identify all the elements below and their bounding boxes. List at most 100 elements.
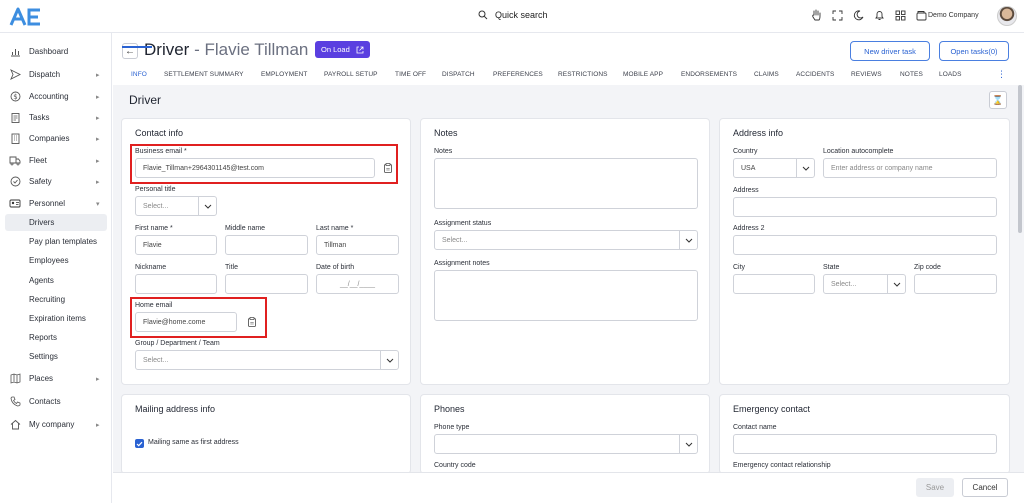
sidebar-sub-label: Expiration items — [29, 314, 86, 323]
chevron-down-icon — [198, 197, 216, 215]
sidebar-item-label: Tasks — [29, 113, 50, 122]
address2-field[interactable] — [733, 235, 997, 255]
more-vertical-icon[interactable]: ⋮ — [997, 69, 1006, 80]
app-logo[interactable] — [8, 6, 46, 28]
hand-icon[interactable] — [810, 8, 822, 22]
tab-endorsements[interactable]: ENDORSEMENTS — [681, 71, 737, 78]
sidebar-sub-employees[interactable]: Employees — [5, 252, 107, 269]
sidebar-item-dispatch[interactable]: Dispatch ▸ — [0, 65, 112, 84]
first-name-field[interactable]: Flavie — [135, 235, 217, 255]
sidebar-item-accounting[interactable]: $ Accounting ▸ — [0, 87, 112, 106]
sidebar-item-tasks[interactable]: Tasks ▸ — [0, 108, 112, 127]
new-driver-task-button[interactable]: New driver task — [850, 41, 930, 61]
sidebar-item-places[interactable]: Places ▸ — [0, 369, 112, 388]
tab-dispatch[interactable]: DISPATCH — [442, 71, 475, 78]
sidebar-item-companies[interactable]: Companies ▸ — [0, 129, 112, 148]
sidebar-sub-expiration-items[interactable]: Expiration items — [5, 310, 107, 327]
last-name-field[interactable]: Tillman — [316, 235, 399, 255]
middle-name-label: Middle name — [225, 225, 266, 232]
sidebar-item-my-company[interactable]: My company ▸ — [0, 415, 112, 434]
moon-icon[interactable] — [852, 8, 864, 22]
notes-textarea[interactable] — [434, 158, 698, 209]
sidebar-item-label: Contacts — [29, 397, 61, 406]
sidebar-sub-label: Drivers — [29, 218, 55, 227]
sidebar-sub-recruiting[interactable]: Recruiting — [5, 291, 107, 308]
phone-type-select[interactable] — [434, 434, 698, 454]
city-field[interactable] — [733, 274, 815, 294]
tab-employment[interactable]: EMPLOYMENT — [261, 71, 308, 78]
sidebar-sub-label: Reports — [29, 333, 58, 342]
sidebar-item-personnel[interactable]: Personnel ▾ — [0, 194, 112, 213]
open-tasks-button[interactable]: Open tasks(0) — [939, 41, 1009, 61]
city-label: City — [733, 264, 746, 271]
tab-claims[interactable]: CLAIMS — [754, 71, 779, 78]
status-badge[interactable]: On Load — [315, 41, 370, 58]
sidebar-item-dashboard[interactable]: Dashboard — [0, 42, 112, 61]
mailing-same-label: Mailing same as first address — [148, 439, 239, 446]
id-card-icon — [9, 198, 21, 210]
tab-time-off[interactable]: TIME OFF — [395, 71, 426, 78]
tab-mobile-app[interactable]: MOBILE APP — [623, 71, 663, 78]
personal-title-label: Personal title — [135, 186, 176, 193]
search-icon — [478, 10, 488, 20]
tab-settlement-summary[interactable]: SETTLEMENT SUMMARY — [164, 71, 244, 78]
sidebar-sub-agents[interactable]: Agents — [5, 272, 107, 289]
date-of-birth-field[interactable]: __/__/____ — [316, 274, 399, 294]
sidebar-item-label: Places — [29, 374, 54, 383]
first-name-label: First name * — [135, 225, 173, 232]
tab-payroll-setup[interactable]: PAYROLL SETUP — [324, 71, 378, 78]
tab-reviews[interactable]: REVIEWS — [851, 71, 882, 78]
tab-info[interactable]: INFO — [131, 71, 147, 78]
sidebar-item-contacts[interactable]: Contacts — [0, 392, 112, 411]
company-name[interactable]: Demo Company — [928, 12, 979, 19]
sidebar-item-label: Personnel — [29, 199, 66, 208]
user-avatar[interactable] — [997, 6, 1017, 26]
truck-icon — [9, 155, 21, 167]
assignment-notes-textarea[interactable] — [434, 270, 698, 321]
bell-icon[interactable] — [873, 8, 885, 22]
sidebar-sub-settings[interactable]: Settings — [5, 348, 107, 365]
hourglass-icon[interactable]: ⌛ — [989, 91, 1007, 109]
sidebar-sub-pay-plan-templates[interactable]: Pay plan templates — [5, 233, 107, 250]
country-select[interactable]: USA — [733, 158, 815, 178]
address-field[interactable] — [733, 197, 997, 217]
scrollbar[interactable] — [1018, 85, 1022, 233]
state-select[interactable]: Select... — [823, 274, 906, 294]
personal-title-select[interactable]: Select... — [135, 196, 217, 216]
cancel-button[interactable]: Cancel — [962, 478, 1008, 497]
wallet-icon[interactable] — [915, 8, 927, 22]
quick-search[interactable]: Quick search — [478, 10, 548, 20]
tab-notes[interactable]: NOTES — [900, 71, 923, 78]
save-button[interactable]: Save — [916, 478, 954, 497]
sidebar-sub-reports[interactable]: Reports — [5, 329, 107, 346]
tab-preferences[interactable]: PREFERENCES — [493, 71, 543, 78]
mailing-same-checkbox[interactable] — [135, 439, 144, 448]
apps-grid-icon[interactable] — [894, 8, 906, 22]
page-title-prefix: Driver — [144, 40, 190, 59]
building-icon — [9, 133, 21, 145]
tab-accidents[interactable]: ACCIDENTS — [796, 71, 834, 78]
sidebar-item-safety[interactable]: Safety ▸ — [0, 172, 112, 191]
fullscreen-icon[interactable] — [831, 8, 843, 22]
middle-name-field[interactable] — [225, 235, 308, 255]
contact-name-field[interactable] — [733, 434, 997, 454]
sidebar-item-fleet[interactable]: Fleet ▸ — [0, 151, 112, 170]
tab-restrictions[interactable]: RESTRICTIONS — [558, 71, 608, 78]
location-autocomplete-label: Location autocomplete — [823, 148, 894, 155]
title-field[interactable] — [225, 274, 308, 294]
group-select[interactable]: Select... — [135, 350, 399, 370]
sidebar-item-label: Dispatch — [29, 70, 61, 79]
tab-loads[interactable]: LOADS — [939, 71, 962, 78]
sidebar-sub-drivers[interactable]: Drivers — [5, 214, 107, 231]
assignment-status-select[interactable]: Select... — [434, 230, 698, 250]
location-autocomplete-input[interactable]: Enter address or company name — [823, 158, 997, 178]
chevron-down-icon: ▾ — [96, 200, 100, 208]
notes-card: Notes Notes Assignment status Select... … — [420, 118, 710, 385]
zip-code-field[interactable] — [914, 274, 997, 294]
chevron-right-icon: ▸ — [96, 157, 100, 165]
map-icon — [9, 373, 21, 385]
emergency-contact-card: Emergency contact Contact name Emergency… — [719, 394, 1010, 474]
highlight-box — [130, 297, 267, 338]
country-code-label: Country code — [434, 462, 476, 469]
nickname-field[interactable] — [135, 274, 217, 294]
